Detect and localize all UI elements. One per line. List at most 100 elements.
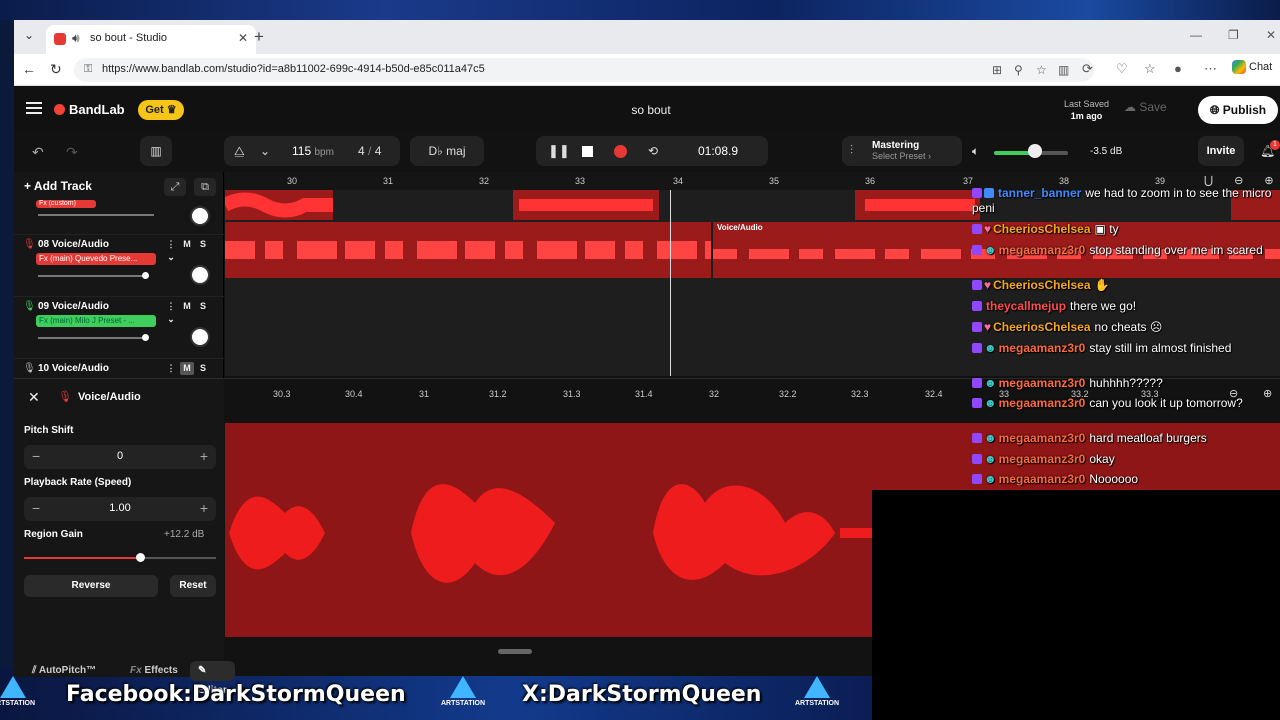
bar-label: 31 (383, 176, 394, 186)
solo-button[interactable]: S (196, 238, 210, 251)
pan-knob[interactable] (190, 327, 210, 347)
close-tab-icon[interactable]: ✕ (238, 31, 248, 45)
stop-icon[interactable] (582, 136, 593, 166)
master-volume-knob[interactable] (1028, 144, 1042, 158)
mute-button[interactable]: M (180, 238, 194, 251)
pitch-shift-stepper[interactable]: − 0 + (24, 445, 216, 469)
editor-scrollbar[interactable] (498, 649, 532, 654)
pan-knob[interactable] (190, 265, 210, 285)
mastering-button[interactable]: ⫶ Mastering Select Preset › (842, 136, 962, 166)
zoom-icon[interactable]: ⚲ (1014, 63, 1023, 77)
bandlab-logo[interactable]: BandLab (54, 102, 125, 117)
track-volume-slider[interactable] (38, 334, 149, 341)
audio-region[interactable] (513, 190, 659, 220)
options-icon[interactable]: ⋮ (164, 238, 178, 251)
track-row[interactable]: 🎙︎ 09 Voice/Audio ⋮ M S ⌄ Fx (main) Milo J … (14, 296, 224, 358)
reverse-button[interactable]: Reverse (24, 575, 158, 597)
minimize-icon[interactable]: — (1190, 28, 1202, 42)
close-editor-icon[interactable]: ✕ (28, 389, 44, 405)
favorite-star-icon[interactable]: ☆ (1036, 63, 1047, 77)
playback-rate-stepper[interactable]: − 1.00 + (24, 497, 216, 521)
redo-icon[interactable]: ↷ (66, 144, 78, 161)
automation-icon[interactable]: ⤢ (164, 178, 186, 196)
tab-strip: ⌄ 🔊︎ so bout - Studio ✕ + — ❐ ✕ (14, 20, 1280, 54)
get-membership-button[interactable]: Get ♛ (138, 100, 184, 120)
track-settings-icon[interactable]: ⧉ (194, 178, 216, 196)
metronome-dropdown-icon[interactable]: ⌄ (260, 136, 270, 166)
menu-icon[interactable] (26, 102, 42, 114)
track-fx-chip[interactable]: Fx (main) Milo J Preset - ... (36, 315, 156, 327)
reader-icon[interactable]: ▥ (1058, 63, 1069, 77)
track-row[interactable]: 🎙︎ 08 Voice/Audio ⋮ M S ⌄ Fx (main) Quevedo… (14, 234, 224, 296)
save-button[interactable]: ☁ Save (1124, 100, 1167, 114)
increment-icon[interactable]: + (200, 500, 208, 516)
audio-region[interactable] (855, 190, 980, 220)
ruler-tick-label: 31 (419, 389, 430, 399)
tab-effects[interactable]: Fx Effects (122, 661, 186, 681)
metronome-icon[interactable]: ⧋ (234, 136, 245, 166)
address-bar[interactable]: ⚿ https://www.bandlab.com/studio?id=a8b1… (74, 58, 1094, 82)
browser-tab[interactable]: 🔊︎ so bout - Studio ✕ (46, 25, 256, 54)
copilot-chat-button[interactable]: Chat (1232, 60, 1272, 74)
time-signature[interactable]: 4 / 4 (358, 136, 381, 166)
key-selector[interactable]: D♭ maj (410, 136, 484, 166)
publish-button[interactable]: 🌐︎ Publish (1198, 96, 1278, 124)
track-row[interactable]: 🎙︎ 10 Voice/Audio ⋮MS⌄ (14, 358, 224, 386)
mixer-icon[interactable]: ▥ (140, 136, 172, 166)
increment-icon[interactable]: + (200, 448, 208, 464)
favorites-icon[interactable]: ☆ (1144, 61, 1156, 77)
expand-icon[interactable]: ⌄ (164, 251, 178, 264)
volume-icon[interactable]: 🔈︎ (972, 144, 979, 159)
options-icon[interactable]: ⋮ (164, 362, 178, 375)
new-tab-icon[interactable]: + (254, 27, 264, 47)
tempo-field[interactable]: 115 bpm (292, 136, 334, 168)
more-menu-icon[interactable]: ⋯ (1204, 61, 1217, 77)
stream-chat: tanner_banner we had to zoom in to see th… (972, 186, 1272, 486)
reset-button[interactable]: Reset (170, 575, 216, 597)
undo-icon[interactable]: ↶ (32, 144, 44, 161)
prev-track-pan-knob[interactable] (190, 206, 210, 226)
tab-autopitch[interactable]: ⫽ AutoPitch™ (24, 661, 104, 681)
editor-controls: ✕ 🎙︎ Voice/Audio Pitch Shift − 0 + Playb… (14, 379, 235, 696)
prev-track-fx-chip[interactable]: Fx (custom) (36, 200, 96, 208)
twitch-icon (972, 301, 982, 311)
project-title[interactable]: so bout (614, 103, 688, 117)
pause-icon[interactable]: ❚❚ (548, 136, 570, 166)
site-info-icon[interactable]: ⚿ (84, 63, 92, 76)
region-gain-knob[interactable] (136, 553, 145, 562)
speaker-icon[interactable]: 🔊︎ (72, 31, 80, 46)
browser-essentials-icon[interactable]: ♡ (1116, 61, 1128, 77)
expand-icon[interactable]: ⌄ (164, 313, 178, 326)
solo-button[interactable]: S (196, 300, 210, 313)
invite-button[interactable]: Invite (1198, 136, 1244, 166)
track-fx-chip[interactable]: Fx (main) Quevedo Prese... (36, 253, 156, 265)
heart-badge-icon: ♥ (984, 320, 992, 334)
back-icon[interactable]: ← (22, 61, 36, 77)
solo-button[interactable]: S (196, 362, 210, 375)
tab-search-icon[interactable]: ⌄ (20, 28, 38, 46)
add-track-button[interactable]: + Add Track (24, 174, 92, 198)
close-window-icon[interactable]: ✕ (1266, 28, 1276, 42)
track-volume-slider[interactable] (38, 272, 149, 279)
loop-icon[interactable]: ⟲ (648, 136, 658, 166)
app-install-icon[interactable]: ⊞ (992, 63, 1002, 77)
track-name: 09 Voice/Audio (38, 301, 109, 312)
tab-editor[interactable]: ✎ Editor (190, 661, 235, 696)
mute-button[interactable]: M (180, 300, 194, 313)
mute-button[interactable]: M (180, 362, 194, 375)
artstation-logo: ARTSTATION (440, 676, 486, 707)
record-icon[interactable] (614, 136, 627, 166)
address-bar-row: ← ↻ ⚿ https://www.bandlab.com/studio?id=… (14, 54, 1280, 86)
audio-region[interactable] (225, 222, 711, 278)
reload-icon[interactable]: ↻ (50, 61, 62, 78)
playhead[interactable] (670, 190, 671, 376)
maximize-icon[interactable]: ❐ (1228, 28, 1239, 42)
region-gain-slider[interactable] (24, 557, 140, 559)
prev-track-volume-slider[interactable] (38, 214, 154, 216)
profile-avatar[interactable]: ● (1174, 61, 1182, 76)
ruler-tick-label: 30.3 (273, 389, 291, 399)
bar-label: 36 (865, 176, 876, 186)
audio-region[interactable] (225, 190, 333, 220)
extensions-icon[interactable]: ⟳ (1082, 61, 1093, 77)
options-icon[interactable]: ⋮ (164, 300, 178, 313)
